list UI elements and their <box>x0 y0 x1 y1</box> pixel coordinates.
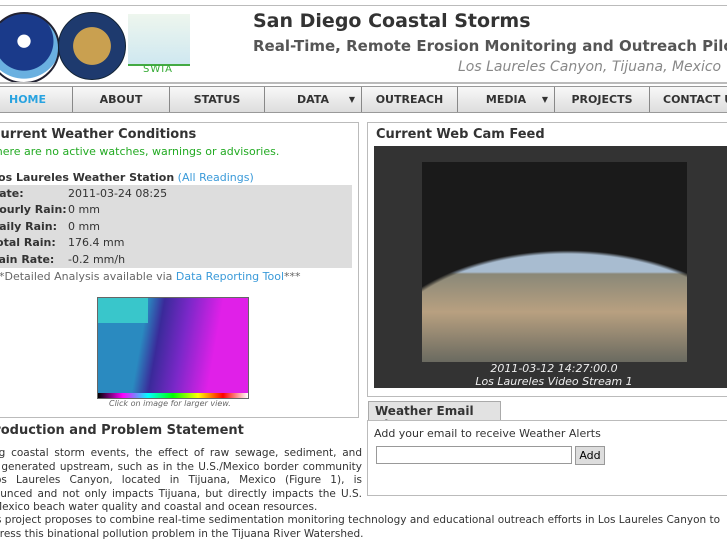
nav-label: CONTACT US <box>663 93 727 106</box>
alerts-tab-label: Weather Email Alerts <box>375 404 474 420</box>
nav-contact[interactable]: CONTACT US <box>650 87 727 112</box>
site-subtitle: Real-Time, Remote Erosion Monitoring and… <box>253 37 727 55</box>
weather-title: Current Weather Conditions <box>0 127 197 142</box>
noaa-logo[interactable] <box>0 12 60 84</box>
alerts-prompt: Add your email to receive Weather Alerts <box>374 427 601 440</box>
intro-title: Introduction and Problem Statement <box>0 423 244 438</box>
satellite-image[interactable] <box>97 297 249 399</box>
reading-value: -0.2 mm/h <box>68 252 126 266</box>
nav-projects[interactable]: PROJECTS <box>555 87 650 112</box>
note-text: *** <box>284 270 301 283</box>
nav-about[interactable]: ABOUT <box>73 87 170 112</box>
webcam-caption: 2011-03-12 14:27:00.0 Los Laureles Video… <box>374 362 727 388</box>
data-reporting-tool-link[interactable]: Data Reporting Tool <box>176 270 284 283</box>
site-title: San Diego Coastal Storms <box>253 10 531 32</box>
chevron-down-icon: ▼ <box>348 95 355 104</box>
reading-value: 2011-03-24 08:25 <box>68 186 168 200</box>
webcam-timestamp: 2011-03-12 14:27:00.0 <box>490 362 618 375</box>
reading-label: Rain Rate: <box>0 252 55 266</box>
nav-home[interactable]: HOME <box>0 87 73 112</box>
reading-row: Total Rain: 176.4 mm <box>0 235 352 252</box>
reading-label: Hourly Rain: <box>0 203 67 217</box>
reading-row: Daily Rain: 0 mm <box>0 218 352 235</box>
reading-value: 0 mm <box>68 219 100 233</box>
location: Los Laureles Canyon, Tijuana, Mexico <box>458 59 722 75</box>
nav-outreach[interactable]: OUTREACH <box>362 87 458 112</box>
state-parks-logo[interactable] <box>58 12 126 80</box>
swia-logo[interactable] <box>128 14 190 66</box>
nav-status[interactable]: STATUS <box>170 87 265 112</box>
image-caption: Click on image for larger view. <box>109 399 231 408</box>
color-scale <box>98 393 248 398</box>
swia-text: SWIA <box>143 64 174 75</box>
advisory-text: There are no active watches, warnings or… <box>0 145 280 158</box>
analysis-note: ***Detailed Analysis available via Data … <box>0 270 301 283</box>
reading-row: Date: 2011-03-24 08:25 <box>0 185 352 202</box>
email-input[interactable] <box>376 446 572 464</box>
main-nav: HOME ABOUT STATUS DATA ▼ OUTREACH MEDIA ▼ … <box>0 86 727 113</box>
intro-paragraph-1: During coastal storm events, the effect … <box>0 447 362 513</box>
divider <box>0 82 727 84</box>
intro-paragraph-2: This project proposes to combine real-ti… <box>0 514 721 540</box>
nav-label: STATUS <box>193 93 241 106</box>
reading-row: Rain Rate: -0.2 mm/h <box>0 251 352 268</box>
reading-row: Hourly Rain:0 mm <box>0 202 352 219</box>
station-heading: Los Laureles Weather Station (All Readin… <box>0 171 254 184</box>
add-button[interactable]: Add <box>575 446 605 465</box>
nav-data[interactable]: DATA ▼ <box>265 87 362 112</box>
nav-label: DATA <box>297 93 329 106</box>
nav-label: MEDIA <box>485 93 527 106</box>
chevron-down-icon: ▼ <box>541 95 548 104</box>
cloud-region <box>98 298 148 323</box>
webcam-image[interactable] <box>422 162 687 362</box>
nav-label: OUTREACH <box>375 93 444 106</box>
webcam-title: Current Web Cam Feed <box>376 127 545 142</box>
reading-value: 176.4 mm <box>68 236 125 250</box>
nav-label: PROJECTS <box>571 93 633 106</box>
station-name: Los Laureles Weather Station <box>0 171 175 184</box>
divider <box>0 5 727 6</box>
nav-label: ABOUT <box>99 93 143 106</box>
all-readings-link[interactable]: (All Readings) <box>178 171 254 184</box>
nav-label: HOME <box>9 93 47 106</box>
alerts-tab[interactable]: Weather Email Alerts <box>368 401 501 420</box>
readings-table: Date:2011-03-24 08:25Hourly Rain:0 mmDai… <box>0 185 352 268</box>
nav-media[interactable]: MEDIA ▼ <box>458 87 555 112</box>
webcam-stream-name: Los Laureles Video Stream 1 <box>475 375 633 388</box>
reading-label: Daily Rain: <box>0 219 57 233</box>
reading-label: Total Rain: <box>0 236 56 250</box>
reading-label: Date: <box>0 186 24 200</box>
note-text: ***Detailed Analysis available via <box>0 270 176 283</box>
reading-value: 0 mm <box>68 203 100 217</box>
